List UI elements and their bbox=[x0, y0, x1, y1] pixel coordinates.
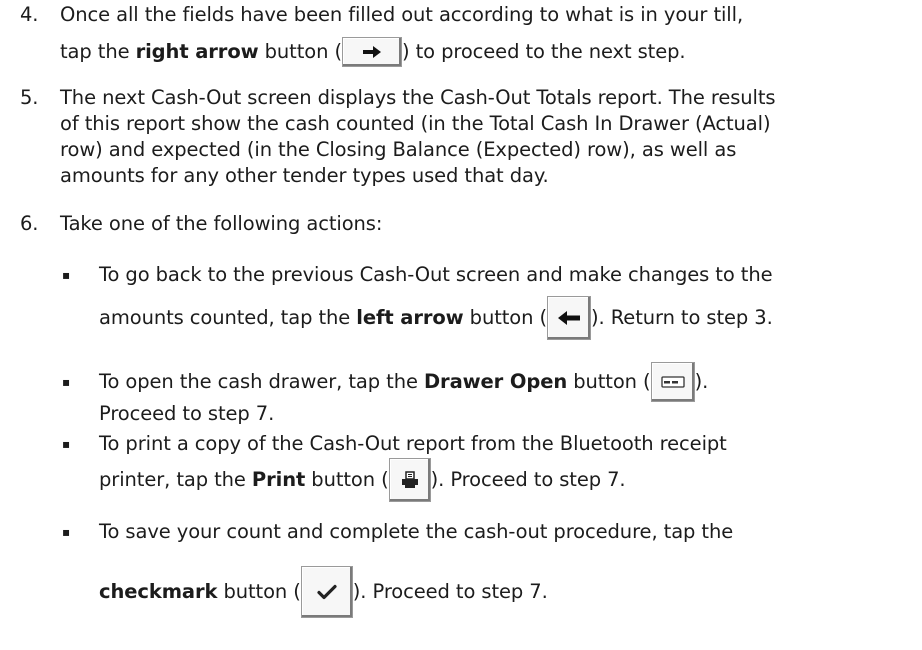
bullet-icon: ▪ bbox=[62, 268, 71, 282]
bullet-text-with-button: checkmark button (). Proceed to step 7. bbox=[99, 566, 548, 618]
bullet-icon: ▪ bbox=[62, 437, 71, 451]
left-arrow-button bbox=[547, 296, 592, 340]
bullet-text-with-button: amounts counted, tap the left arrow butt… bbox=[99, 296, 773, 340]
button-name: left arrow bbox=[356, 306, 464, 329]
button-name: Drawer Open bbox=[423, 370, 568, 393]
step-text: of this report show the cash counted (in… bbox=[60, 112, 771, 135]
print-button bbox=[388, 458, 431, 502]
bullet-text: To print a copy of the Cash-Out report f… bbox=[99, 432, 727, 455]
bullet-text-with-button: printer, tap the Print button (). Procee… bbox=[99, 458, 626, 502]
right-arrow-button bbox=[341, 37, 402, 67]
drawer-open-button bbox=[650, 362, 695, 402]
bullet-text-with-button: To open the cash drawer, tap the Drawer … bbox=[99, 362, 708, 402]
button-name: Print bbox=[251, 468, 306, 491]
bullet-text: To save your count and complete the cash… bbox=[99, 520, 734, 543]
bullet-icon: ▪ bbox=[62, 375, 71, 389]
step-text: amounts for any other tender types used … bbox=[60, 164, 549, 187]
drawer-open-icon bbox=[660, 376, 685, 388]
button-name: right arrow bbox=[135, 40, 259, 63]
step-text: The next Cash-Out screen displays the Ca… bbox=[60, 86, 776, 109]
step-text: Take one of the following actions: bbox=[60, 212, 383, 235]
bullet-text: To go back to the previous Cash-Out scre… bbox=[99, 263, 773, 286]
bullet-text: Proceed to step 7. bbox=[99, 402, 275, 425]
left-arrow-icon bbox=[558, 311, 581, 325]
step-text: Once all the fields have been filled out… bbox=[60, 3, 744, 26]
checkmark-button bbox=[300, 566, 353, 618]
step-text: row) and expected (in the Closing Balanc… bbox=[60, 138, 737, 161]
button-name: checkmark bbox=[99, 580, 218, 603]
right-arrow-icon bbox=[362, 46, 381, 58]
print-icon bbox=[401, 471, 418, 488]
bullet-icon: ▪ bbox=[62, 525, 71, 539]
step-text-with-button: tap the right arrow button () to proceed… bbox=[60, 37, 686, 67]
checkmark-icon bbox=[317, 584, 337, 600]
step-number: 4. bbox=[20, 3, 39, 26]
step-number: 5. bbox=[20, 86, 39, 109]
step-number: 6. bbox=[20, 212, 39, 235]
